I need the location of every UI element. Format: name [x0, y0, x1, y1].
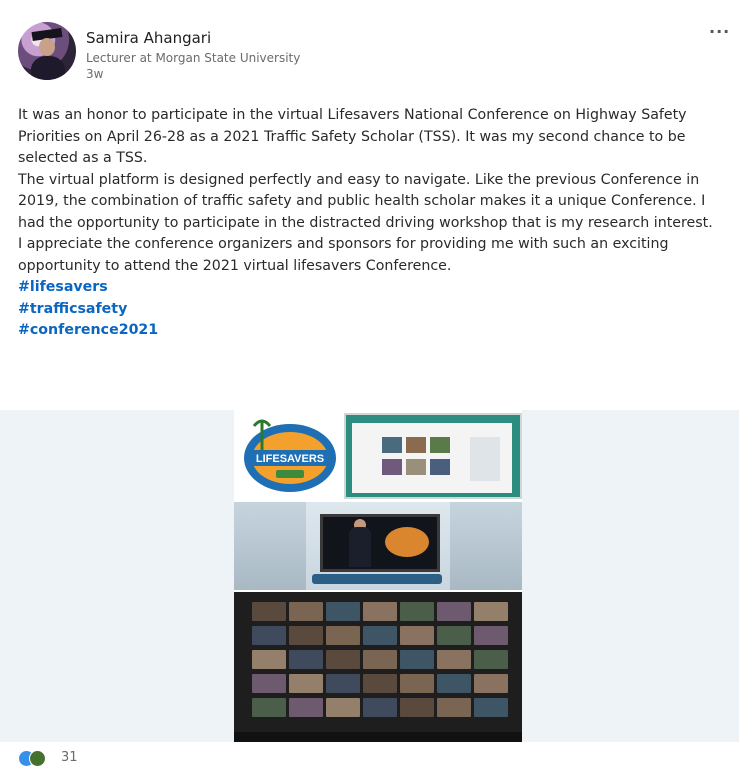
participant-tile: [474, 602, 508, 621]
reaction-count: 31: [61, 750, 78, 765]
participant-tile: [400, 602, 434, 621]
platform-screenshot: [344, 413, 522, 499]
participant-tile: [400, 674, 434, 693]
more-options-icon[interactable]: ···: [709, 22, 730, 41]
participant-tile: [252, 650, 286, 669]
participant-tile: [326, 626, 360, 645]
participant-tile: [289, 674, 323, 693]
author-avatar[interactable]: [18, 22, 76, 80]
participant-tile: [437, 602, 471, 621]
participant-tile: [437, 674, 471, 693]
participant-tile: [289, 650, 323, 669]
participant-tile: [326, 698, 360, 717]
participant-tile: [326, 602, 360, 621]
celebrate-icon: [29, 750, 46, 767]
presenter-body: [349, 527, 371, 567]
zoom-toolbar: [234, 732, 522, 742]
post-body: It was an honor to participate in the vi…: [18, 105, 730, 342]
logo-text: LIFESAVERS: [256, 453, 324, 465]
avatar-face: [39, 38, 55, 56]
participant-tile: [400, 626, 434, 645]
author-name[interactable]: Samira Ahangari: [86, 29, 211, 47]
participant-tile: [252, 674, 286, 693]
hashtag-conference2021[interactable]: #conference2021: [18, 322, 158, 338]
author-headline: Lecturer at Morgan State University: [86, 51, 301, 65]
participant-tile: [363, 602, 397, 621]
participant-tile: [437, 698, 471, 717]
virtual-lobby-screenshot: [234, 502, 522, 590]
participant-tile: [289, 602, 323, 621]
participant-tile: [474, 650, 508, 669]
lobby-controls: [312, 574, 442, 584]
participant-tile: [252, 626, 286, 645]
hashtag-trafficsafety[interactable]: #trafficsafety: [18, 301, 127, 317]
post-paragraph: The virtual platform is designed perfect…: [18, 171, 713, 231]
participant-tile: [252, 698, 286, 717]
avatar-gown: [31, 56, 65, 80]
post-image-collage[interactable]: LIFESAVERS: [234, 410, 522, 742]
participant-tile: [289, 626, 323, 645]
post-paragraph: It was an honor to participate in the vi…: [18, 107, 687, 166]
post-time: 3w: [86, 67, 104, 81]
participant-tile: [326, 674, 360, 693]
post-card: Samira Ahangari Lecturer at Morgan State…: [0, 0, 739, 767]
presenter-screen: [320, 514, 440, 572]
participant-tile: [289, 698, 323, 717]
participant-tile: [400, 650, 434, 669]
participant-tile: [252, 602, 286, 621]
participant-tile: [474, 626, 508, 645]
participant-tile: [363, 626, 397, 645]
lifesavers-logo: LIFESAVERS: [244, 419, 336, 492]
participant-tile: [363, 650, 397, 669]
participant-tile: [474, 674, 508, 693]
participant-tile: [474, 698, 508, 717]
participant-tile: [437, 626, 471, 645]
participant-tile: [437, 650, 471, 669]
hashtag-lifesavers[interactable]: #lifesavers: [18, 279, 108, 295]
platform-window: [352, 423, 512, 493]
participant-tile: [363, 674, 397, 693]
zoom-gallery-screenshot: [234, 592, 522, 742]
participant-tile: [363, 698, 397, 717]
post-paragraph: I appreciate the conference organizers a…: [18, 236, 669, 274]
participant-tile: [326, 650, 360, 669]
participant-tile: [400, 698, 434, 717]
